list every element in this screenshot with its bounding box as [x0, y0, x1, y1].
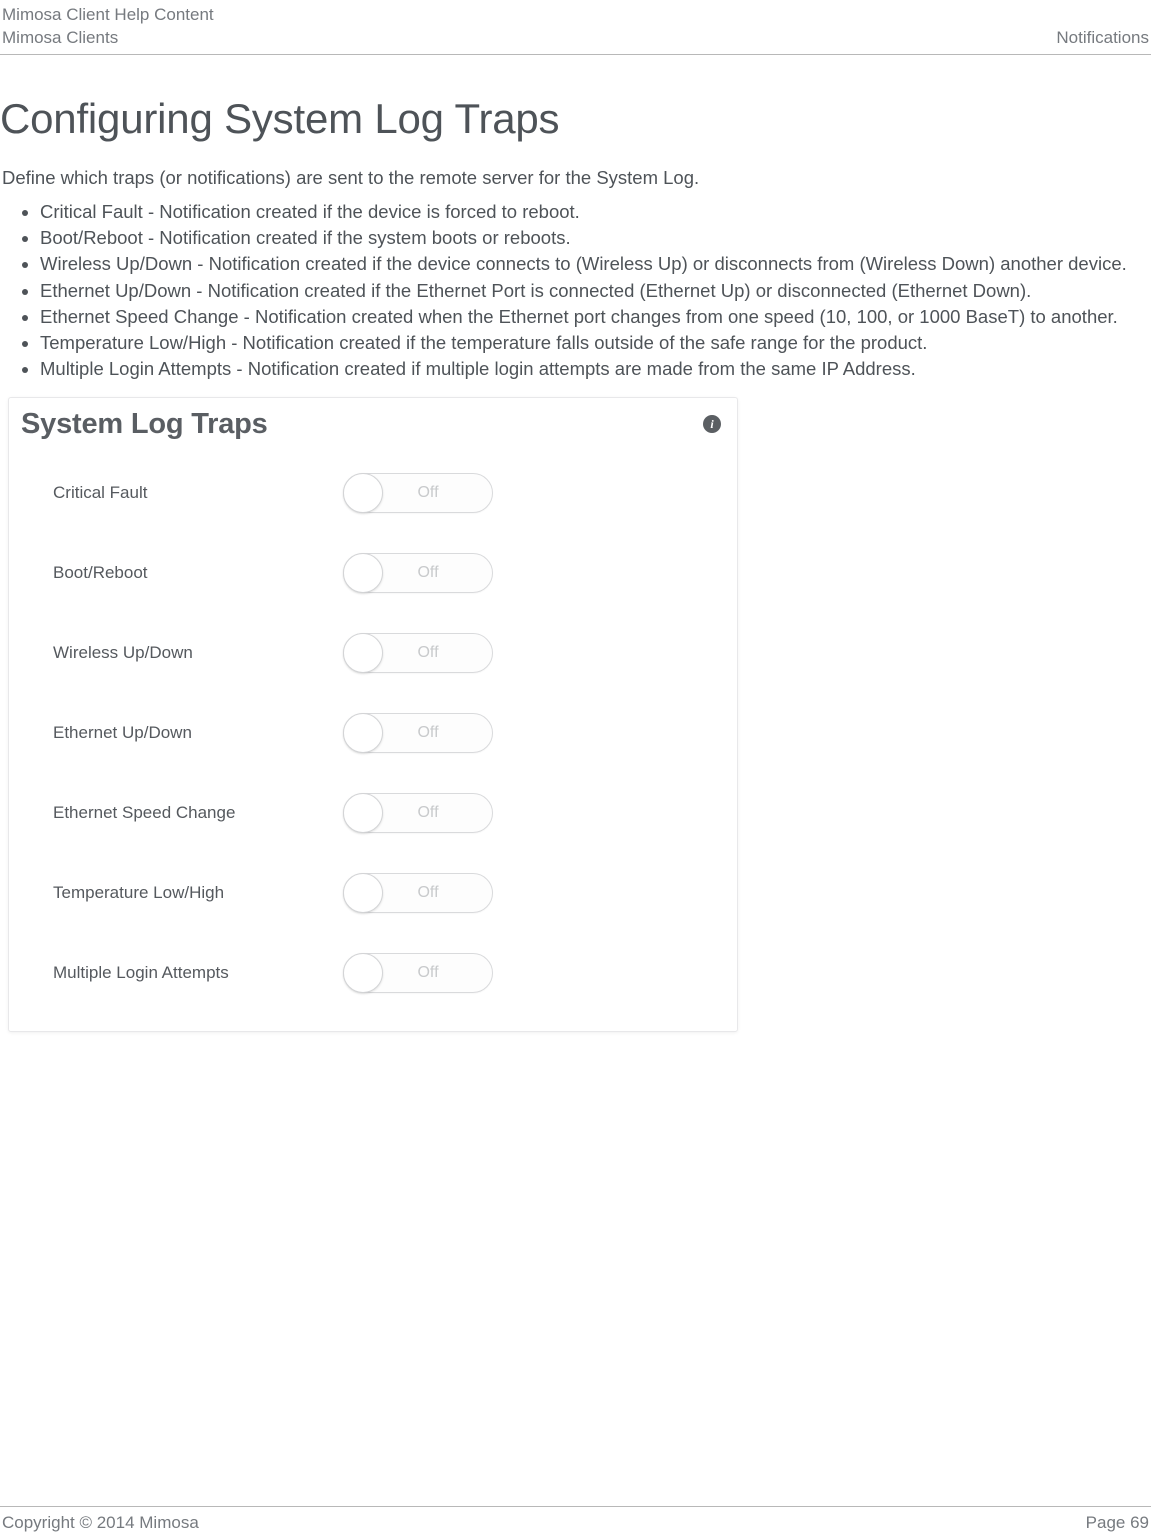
- toggle-ethernet-speed-change[interactable]: Off: [343, 793, 493, 833]
- trap-descriptions-list: Critical Fault - Notification created if…: [0, 199, 1151, 383]
- list-item: Multiple Login Attempts - Notification c…: [40, 356, 1145, 382]
- trap-row-multiple-login: Multiple Login Attempts Off: [9, 933, 737, 1013]
- trap-row-ethernet-updown: Ethernet Up/Down Off: [9, 693, 737, 773]
- page-header: Mimosa Client Help Content Mimosa Client…: [0, 0, 1151, 55]
- toggle-knob: [343, 553, 383, 593]
- trap-row-temperature: Temperature Low/High Off: [9, 853, 737, 933]
- toggle-ethernet-updown[interactable]: Off: [343, 713, 493, 753]
- list-item: Wireless Up/Down - Notification created …: [40, 251, 1145, 277]
- trap-label: Ethernet Speed Change: [53, 803, 343, 823]
- list-item: Critical Fault - Notification created if…: [40, 199, 1145, 225]
- toggle-multiple-login[interactable]: Off: [343, 953, 493, 993]
- toggle-boot-reboot[interactable]: Off: [343, 553, 493, 593]
- trap-label: Ethernet Up/Down: [53, 723, 343, 743]
- list-item: Temperature Low/High - Notification crea…: [40, 330, 1145, 356]
- trap-row-ethernet-speed-change: Ethernet Speed Change Off: [9, 773, 737, 853]
- toggle-temperature[interactable]: Off: [343, 873, 493, 913]
- toggle-critical-fault[interactable]: Off: [343, 473, 493, 513]
- list-item: Boot/Reboot - Notification created if th…: [40, 225, 1145, 251]
- toggle-state-text: Off: [417, 724, 438, 742]
- toggle-state-text: Off: [417, 644, 438, 662]
- intro-paragraph: Define which traps (or notifications) ar…: [0, 167, 1151, 189]
- panel-header: System Log Traps i: [9, 398, 737, 453]
- trap-row-boot-reboot: Boot/Reboot Off: [9, 533, 737, 613]
- page-number: Page 69: [1086, 1513, 1149, 1533]
- page-root: Mimosa Client Help Content Mimosa Client…: [0, 0, 1151, 1539]
- toggle-knob: [343, 953, 383, 993]
- toggle-knob: [343, 713, 383, 753]
- trap-label: Boot/Reboot: [53, 563, 343, 583]
- header-section-right: Notifications: [1056, 27, 1149, 50]
- toggle-state-text: Off: [417, 804, 438, 822]
- panel-title: System Log Traps: [21, 408, 268, 441]
- trap-label: Multiple Login Attempts: [53, 963, 343, 983]
- toggle-knob: [343, 473, 383, 513]
- toggle-state-text: Off: [417, 964, 438, 982]
- trap-label: Temperature Low/High: [53, 883, 343, 903]
- toggle-state-text: Off: [417, 884, 438, 902]
- system-log-traps-panel: System Log Traps i Critical Fault Off Bo…: [8, 397, 738, 1032]
- toggle-state-text: Off: [417, 484, 438, 502]
- trap-label: Wireless Up/Down: [53, 643, 343, 663]
- toggle-knob: [343, 873, 383, 913]
- toggle-knob: [343, 793, 383, 833]
- page-footer: Copyright © 2014 Mimosa Page 69: [0, 1506, 1151, 1533]
- list-item: Ethernet Speed Change - Notification cre…: [40, 304, 1145, 330]
- list-item: Ethernet Up/Down - Notification created …: [40, 278, 1145, 304]
- trap-label: Critical Fault: [53, 483, 343, 503]
- info-icon[interactable]: i: [703, 415, 721, 433]
- trap-row-critical-fault: Critical Fault Off: [9, 453, 737, 533]
- header-product: Mimosa Client Help Content: [2, 4, 214, 27]
- toggle-state-text: Off: [417, 564, 438, 582]
- trap-row-wireless-updown: Wireless Up/Down Off: [9, 613, 737, 693]
- toggle-knob: [343, 633, 383, 673]
- copyright-text: Copyright © 2014 Mimosa: [2, 1513, 199, 1533]
- toggle-wireless-updown[interactable]: Off: [343, 633, 493, 673]
- header-section-left: Mimosa Clients: [2, 27, 118, 50]
- page-title: Configuring System Log Traps: [0, 95, 1151, 143]
